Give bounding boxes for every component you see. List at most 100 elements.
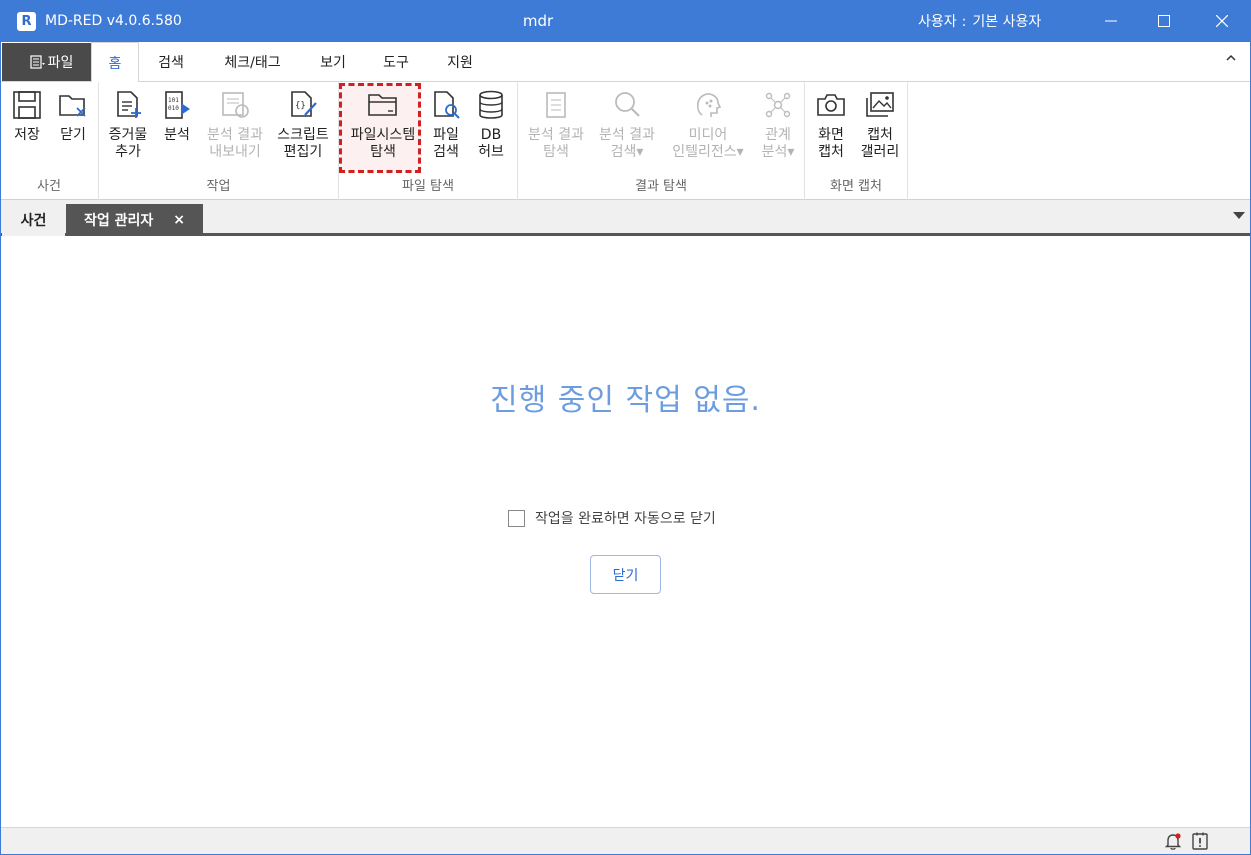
results-explore-button[interactable]: 분석 결과 탐색	[522, 88, 590, 161]
add-evidence-icon	[117, 91, 141, 118]
user-separator: :	[961, 14, 967, 30]
notification-button[interactable]	[1163, 831, 1183, 851]
export-results-button[interactable]: 분석 결과 내보내기	[202, 88, 268, 161]
user-name: 기본 사용자	[972, 14, 1042, 30]
tab-list-dropdown-icon[interactable]	[1233, 212, 1245, 219]
relation-graph-icon	[765, 92, 791, 118]
group-label-result-explore: 결과 탐색	[635, 179, 687, 194]
script-editor-label: 스크립트 편집기	[277, 127, 329, 160]
close-window-button[interactable]	[1196, 0, 1248, 42]
results-list-icon	[546, 92, 566, 118]
ribbon: 저장 닫기 사건 증거물 추가 101 010 분석 분석 결과 내보내기 {}…	[0, 82, 1251, 200]
app-logo-icon: R	[17, 11, 36, 31]
database-icon	[479, 90, 503, 119]
doc-tab-case-label: 사건	[20, 213, 47, 229]
db-hub-label: DB 허브	[478, 127, 504, 160]
ribbon-group-screen-capture: 화면 캡처 캡처 갤러리 화면 캡처	[805, 82, 908, 200]
add-evidence-button[interactable]: 증거물 추가	[105, 88, 151, 161]
file-menu-label: 파일	[47, 55, 74, 71]
task-manager-panel: 진행 중인 작업 없음. 작업을 완료하면 자동으로 닫기 닫기	[0, 236, 1251, 827]
doc-tab-case[interactable]: 사건	[2, 204, 65, 236]
close-icon	[1216, 15, 1228, 27]
results-search-label: 분석 결과 검색▾	[599, 127, 655, 160]
capture-gallery-button[interactable]: 캡처 갤러리	[857, 88, 903, 161]
maximize-button[interactable]	[1138, 0, 1190, 42]
folder-icon	[368, 94, 397, 116]
ribbon-collapse-button[interactable]	[1225, 52, 1237, 66]
save-label: 저장	[14, 127, 40, 143]
tab-home[interactable]: 홈	[91, 42, 139, 83]
doc-tab-task-manager[interactable]: 작업 관리자 ×	[66, 204, 203, 236]
alert-icon	[1192, 832, 1208, 850]
media-intelligence-label: 미디어 인텔리전스▾	[672, 127, 744, 160]
file-search-label: 파일 검색	[433, 127, 459, 160]
document-tab-bar: 사건 작업 관리자 ×	[0, 200, 1251, 236]
tab-view-label: 보기	[320, 55, 346, 71]
ribbon-group-file-explore: 파일시스템 탐색 파일 검색 DB 허브 파일 탐색	[339, 82, 518, 200]
auto-close-option[interactable]: 작업을 완료하면 자동으로 닫기	[508, 508, 716, 528]
save-icon	[13, 91, 41, 119]
tab-tools[interactable]: 도구	[368, 42, 424, 82]
empty-state-message: 진행 중인 작업 없음.	[490, 383, 761, 418]
document-menu-icon	[30, 55, 45, 69]
tab-support-label: 지원	[447, 55, 473, 71]
group-label-screen-capture: 화면 캡처	[830, 179, 882, 194]
alert-button[interactable]	[1190, 831, 1210, 851]
analyze-label: 분석	[164, 127, 190, 143]
tab-support[interactable]: 지원	[432, 42, 488, 82]
tab-check-tag[interactable]: 체크/태그	[205, 42, 300, 82]
camera-icon	[817, 94, 845, 116]
group-label-file-explore: 파일 탐색	[402, 179, 454, 194]
file-search-icon	[434, 91, 460, 119]
close-case-button[interactable]: 닫기	[54, 88, 92, 144]
screen-capture-button[interactable]: 화면 캡처	[811, 88, 851, 161]
status-bar	[0, 827, 1251, 855]
minimize-icon	[1105, 20, 1117, 22]
relation-analysis-button[interactable]: 관계 분석▾	[754, 88, 802, 161]
script-editor-button[interactable]: {} 스크립트 편집기	[271, 88, 335, 161]
save-button[interactable]: 저장	[8, 88, 46, 144]
close-button[interactable]: 닫기	[590, 555, 661, 594]
ribbon-group-case: 저장 닫기 사건	[0, 82, 99, 200]
db-hub-button[interactable]: DB 허브	[470, 88, 512, 161]
auto-close-checkbox[interactable]	[508, 509, 525, 527]
screen-capture-label: 화면 캡처	[818, 127, 844, 160]
user-prefix: 사용자	[918, 14, 957, 30]
close-case-label: 닫기	[60, 127, 86, 143]
filesystem-explore-button[interactable]: 파일시스템 탐색	[342, 88, 424, 161]
maximize-icon	[1158, 15, 1170, 27]
media-intelligence-icon	[696, 93, 722, 117]
results-search-button[interactable]: 분석 결과 검색▾	[593, 88, 661, 161]
file-search-button[interactable]: 파일 검색	[425, 88, 467, 161]
capture-gallery-label: 캡처 갤러리	[860, 127, 900, 160]
doc-tab-task-manager-label: 작업 관리자	[83, 213, 154, 229]
user-label: 사용자: 기본 사용자	[918, 11, 1041, 31]
tab-view[interactable]: 보기	[305, 42, 361, 82]
svg-text:{}: {}	[295, 101, 306, 111]
analyze-button[interactable]: 101 010 분석	[157, 88, 197, 144]
filesystem-explore-label: 파일시스템 탐색	[350, 127, 416, 160]
group-label-case: 사건	[37, 179, 61, 194]
export-results-icon	[222, 92, 249, 118]
gallery-icon	[866, 92, 894, 117]
file-menu-button[interactable]: 파일	[2, 43, 101, 81]
tab-search[interactable]: 검색	[143, 42, 199, 82]
relation-analysis-label: 관계 분석▾	[761, 127, 795, 160]
close-case-icon	[59, 95, 86, 117]
add-evidence-label: 증거물 추가	[108, 127, 148, 160]
chevron-up-icon	[1226, 54, 1236, 61]
analyze-icon: 101 010	[165, 91, 190, 119]
minimize-button[interactable]	[1085, 0, 1137, 42]
tab-search-label: 검색	[158, 55, 184, 71]
menu-bar: 파일 홈 검색 체크/태그 보기 도구 지원	[0, 42, 1251, 83]
export-results-label: 분석 결과 내보내기	[207, 127, 263, 160]
close-tab-icon[interactable]: ×	[173, 212, 185, 228]
tab-check-tag-label: 체크/태그	[224, 55, 281, 71]
search-icon	[615, 92, 640, 117]
media-intelligence-button[interactable]: 미디어 인텔리전스▾	[664, 88, 752, 161]
svg-text:010: 010	[168, 105, 179, 112]
script-editor-icon: {}	[291, 91, 317, 117]
group-label-task: 작업	[206, 179, 231, 194]
results-explore-label: 분석 결과 탐색	[528, 127, 584, 160]
notification-bell-icon	[1164, 833, 1182, 850]
